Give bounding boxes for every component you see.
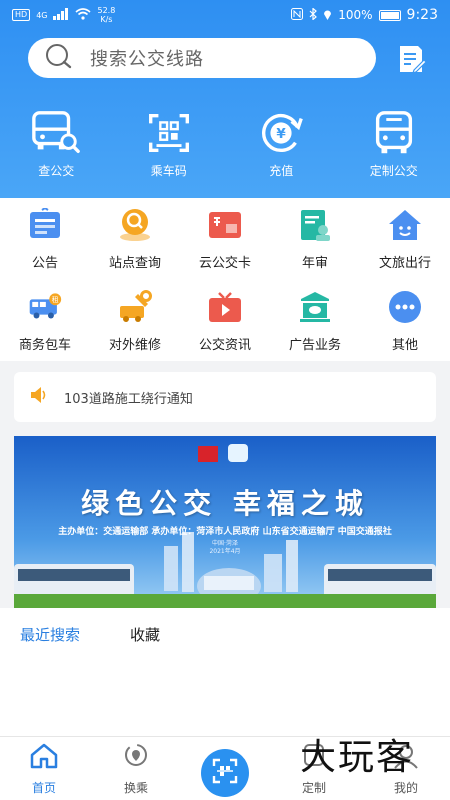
recharge-yuan-icon: ¥ bbox=[255, 110, 307, 156]
service-grid: 公告 站点查询 云公交卡 年审 文旅出行 租 商务包车 对外维修 公交资讯 广告… bbox=[0, 198, 450, 361]
service-advertising-label: 广告业务 bbox=[288, 338, 341, 353]
banner-title: 绿色公交 幸福之城 bbox=[81, 487, 369, 520]
notice-text: 103道路施工绕行通知 bbox=[64, 391, 193, 407]
quick-custom-bus[interactable]: 定制公交 bbox=[338, 110, 450, 179]
nav-custom-label: 定制 bbox=[301, 781, 326, 795]
search-icon bbox=[44, 43, 74, 73]
nav-transfer-label: 换乘 bbox=[123, 781, 148, 795]
clock: 9:23 bbox=[406, 7, 438, 23]
search-tabs: 最近搜索 收藏 bbox=[0, 608, 450, 660]
service-annual-review[interactable]: 年审 bbox=[270, 198, 360, 280]
service-cloud-card-label: 云公交卡 bbox=[198, 256, 251, 271]
service-news[interactable]: 公交资讯 bbox=[180, 280, 270, 362]
tab-recent-search[interactable]: 最近搜索 bbox=[20, 624, 80, 645]
service-other-label: 其他 bbox=[391, 338, 418, 353]
status-bar: HD 4G 52.8 K/s 100% 9:23 bbox=[0, 0, 450, 30]
speed-value: 52.8 bbox=[97, 6, 116, 15]
banner-date-place: 中国·菏泽 bbox=[212, 540, 238, 547]
service-news-label: 公交资讯 bbox=[198, 338, 251, 353]
edit-note-icon[interactable] bbox=[394, 42, 428, 76]
tab-favorites[interactable]: 收藏 bbox=[130, 624, 160, 645]
watermark: 大玩客 bbox=[300, 737, 415, 778]
service-station-query-label: 站点查询 bbox=[108, 256, 161, 271]
tv-news-icon bbox=[208, 290, 242, 324]
nav-transfer[interactable]: 换乘 bbox=[96, 743, 176, 796]
tourism-home-icon bbox=[388, 208, 422, 242]
service-charter-label: 商务包车 bbox=[18, 338, 71, 353]
banner-date: 中国·菏泽 2021年4月 bbox=[14, 540, 436, 556]
recent-search-list bbox=[0, 660, 450, 736]
service-repair[interactable]: 对外维修 bbox=[90, 280, 180, 362]
promo-banner[interactable]: 绿色公交 幸福之城 主办单位：交通运输部 承办单位：菏泽市人民政府 山东省交通运… bbox=[14, 436, 436, 608]
nav-home[interactable]: 首页 bbox=[4, 743, 84, 796]
service-station-query[interactable]: 站点查询 bbox=[90, 198, 180, 280]
quick-ride-code-label: 乘车码 bbox=[150, 164, 187, 178]
quick-ride-code[interactable]: 乘车码 bbox=[113, 110, 226, 179]
repair-icon bbox=[118, 290, 152, 324]
battery-percent: 100% bbox=[338, 8, 373, 22]
notice-bar[interactable]: 103道路施工绕行通知 bbox=[14, 372, 436, 422]
service-tourism-label: 文旅出行 bbox=[378, 256, 431, 271]
transfer-icon bbox=[121, 743, 151, 773]
location-icon bbox=[323, 8, 332, 23]
service-advertising[interactable]: 广告业务 bbox=[270, 280, 360, 362]
header: HD 4G 52.8 K/s 100% 9:23 搜索公交线路 查公交 乘车码 … bbox=[0, 0, 450, 198]
nfc-icon bbox=[291, 7, 304, 23]
nav-mine-label: 我的 bbox=[393, 781, 418, 795]
quick-bus-search-label: 查公交 bbox=[38, 164, 75, 178]
banner-subtitle: 主办单位：交通运输部 承办单位：菏泽市人民政府 山东省交通运输厅 中国交通报社 bbox=[58, 527, 392, 537]
quick-custom-bus-label: 定制公交 bbox=[369, 164, 418, 178]
charter-bus-icon: 租 bbox=[28, 290, 62, 324]
quick-recharge-label: 充值 bbox=[269, 164, 294, 178]
banner-image bbox=[14, 436, 436, 608]
announcement-icon bbox=[28, 208, 62, 242]
station-query-icon bbox=[118, 208, 152, 242]
home-icon bbox=[29, 743, 59, 773]
network-indicator: 4G bbox=[36, 10, 48, 20]
wifi-icon bbox=[75, 7, 92, 23]
svg-text:¥: ¥ bbox=[277, 126, 287, 142]
custom-bus-icon bbox=[368, 110, 420, 156]
quick-actions: 查公交 乘车码 ¥ 充值 定制公交 bbox=[0, 110, 450, 179]
speed-unit: K/s bbox=[100, 15, 113, 24]
scan-icon bbox=[211, 757, 239, 789]
search-input[interactable]: 搜索公交线路 bbox=[28, 38, 376, 78]
network-speed: 52.8 K/s bbox=[97, 6, 115, 24]
service-annual-review-label: 年审 bbox=[301, 256, 328, 271]
more-dots-icon bbox=[388, 290, 422, 324]
service-announcement[interactable]: 公告 bbox=[0, 198, 90, 280]
service-cloud-card[interactable]: 云公交卡 bbox=[180, 198, 270, 280]
advertising-icon bbox=[298, 290, 332, 324]
signal-icon bbox=[53, 7, 69, 23]
bus-search-icon bbox=[30, 110, 82, 156]
search-placeholder: 搜索公交线路 bbox=[90, 49, 204, 70]
speaker-icon bbox=[30, 385, 48, 409]
bluetooth-icon bbox=[309, 6, 318, 23]
scan-button[interactable] bbox=[201, 749, 249, 797]
ride-code-icon bbox=[143, 110, 195, 156]
service-repair-label: 对外维修 bbox=[108, 338, 161, 353]
cloud-card-icon bbox=[208, 208, 242, 242]
annual-review-icon bbox=[298, 208, 332, 242]
quick-recharge[interactable]: ¥ 充值 bbox=[225, 110, 338, 179]
battery-icon bbox=[378, 9, 401, 21]
service-announcement-label: 公告 bbox=[31, 256, 58, 271]
service-charter[interactable]: 租 商务包车 bbox=[0, 280, 90, 362]
service-other[interactable]: 其他 bbox=[360, 280, 450, 362]
quick-bus-search[interactable]: 查公交 bbox=[0, 110, 113, 179]
service-tourism[interactable]: 文旅出行 bbox=[360, 198, 450, 280]
hd-indicator: HD bbox=[12, 9, 31, 21]
banner-date-month: 2021年4月 bbox=[209, 548, 241, 555]
nav-home-label: 首页 bbox=[31, 781, 56, 795]
svg-text:租: 租 bbox=[52, 296, 59, 304]
